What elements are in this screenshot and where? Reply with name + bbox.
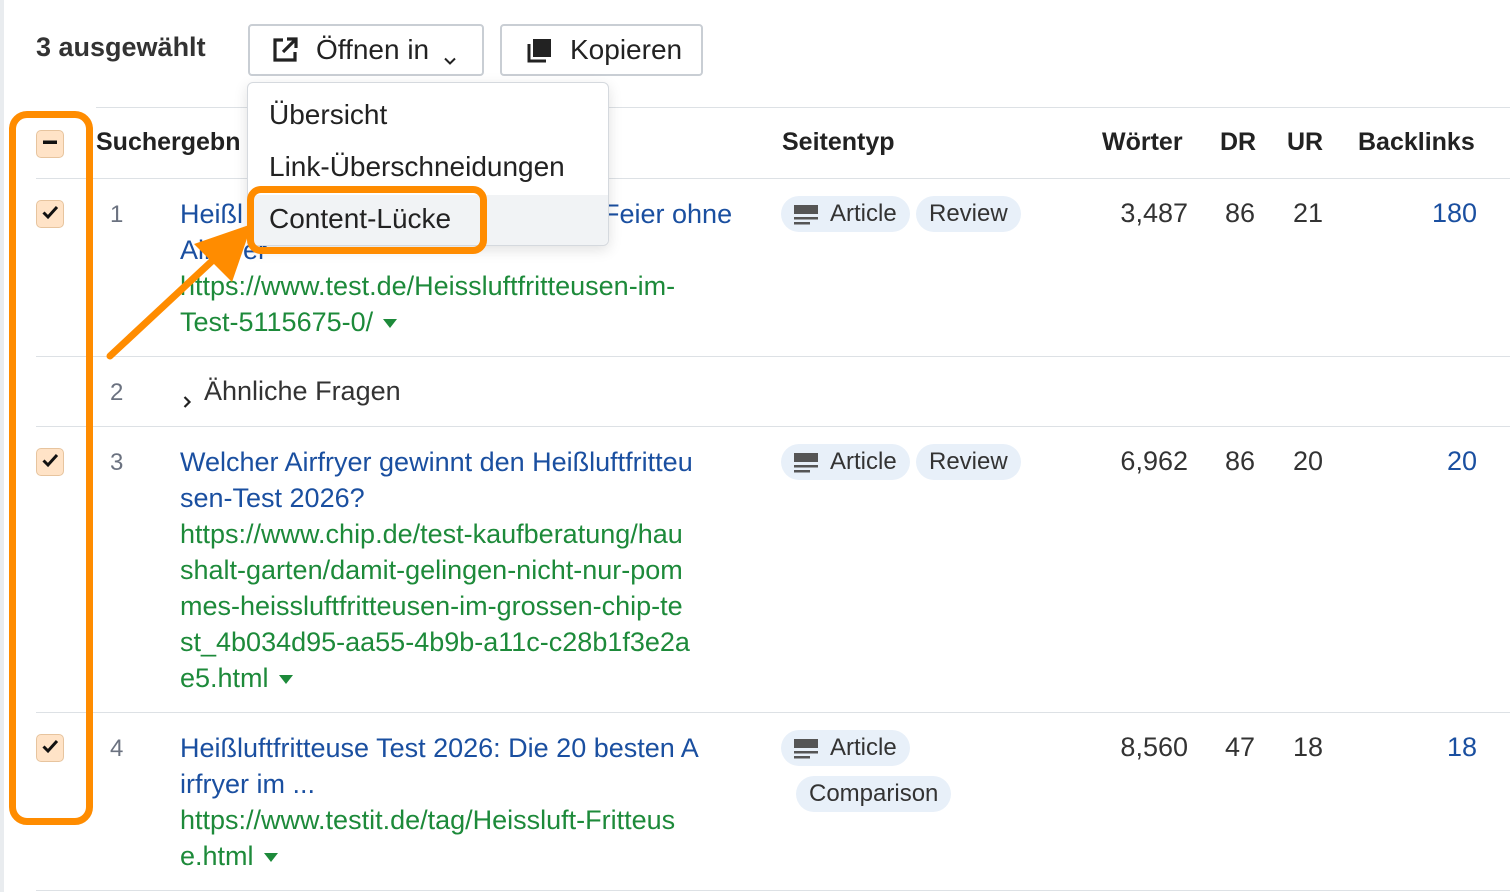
backlinks-link[interactable]: 18 (1447, 732, 1477, 763)
backlinks-link[interactable]: 180 (1432, 198, 1477, 229)
article-icon (794, 738, 818, 759)
row-checkbox[interactable] (36, 734, 64, 762)
badge-label: Review (929, 200, 1008, 227)
badge-article: Article (781, 196, 910, 232)
copy-button[interactable]: Kopieren (500, 24, 703, 76)
badge-review: Review (916, 444, 1021, 480)
words-count: 3,487 (1120, 198, 1188, 228)
checkbox-check-icon (41, 451, 59, 474)
domain-rating: 47 (1224, 732, 1255, 762)
copy-label: Kopieren (570, 34, 683, 65)
row-number: 2 (110, 379, 124, 406)
badge-article: Article (781, 444, 910, 480)
chevron-down-icon (443, 43, 457, 65)
result-url-text[interactable]: https://www.testit.de/tag/Heissluft-Frit… (180, 805, 675, 871)
caret-down-icon[interactable] (383, 319, 398, 329)
url-rating: 20 (1292, 446, 1323, 476)
result-title-link-continued[interactable]: Feier ohne (603, 196, 753, 232)
related-questions-toggle[interactable]: Ähnliche Fragen (180, 376, 401, 408)
row-divider (36, 426, 1510, 427)
row-number: 1 (110, 201, 124, 228)
row-divider (36, 712, 1510, 713)
article-icon (794, 452, 818, 473)
open-in-label: Öffnen in (316, 34, 430, 65)
backlinks-link[interactable]: 20 (1447, 446, 1477, 477)
url-rating: 21 (1292, 198, 1323, 228)
article-icon (794, 204, 818, 225)
badge-label: Review (929, 448, 1008, 475)
badge-review: Review (916, 196, 1021, 232)
checkbox-check-icon (41, 737, 59, 760)
select-all-checkbox[interactable] (36, 130, 64, 158)
badge-comparison: Comparison (796, 776, 952, 812)
menu-item-overview[interactable]: Übersicht (269, 99, 387, 131)
chevron-right-icon (180, 385, 194, 408)
row-number: 3 (110, 449, 124, 476)
checkbox-check-icon (41, 203, 59, 226)
badge-label: Comparison (809, 780, 939, 807)
caret-down-icon[interactable] (263, 853, 278, 863)
column-header-backlinks[interactable]: Backlinks (1358, 128, 1475, 157)
result-url[interactable]: https://www.chip.de/test-kaufberatung/ha… (180, 516, 750, 696)
copy-icon (524, 35, 554, 65)
domain-rating: 86 (1224, 446, 1255, 476)
menu-item-link-intersect[interactable]: Link-Überschneidungen (269, 151, 565, 183)
row-checkbox[interactable] (36, 200, 64, 228)
column-header-words[interactable]: Wörter (1102, 128, 1183, 157)
selected-count: 3 ausgewählt (36, 32, 206, 62)
column-header-ur[interactable]: UR (1287, 128, 1323, 157)
external-link-icon (270, 35, 300, 65)
badge-article: Article (781, 730, 910, 766)
menu-item-content-gap[interactable]: Content-Lücke (269, 203, 451, 235)
open-in-dropdown-menu: Übersicht Link-Überschneidungen Content-… (247, 82, 609, 246)
row-divider (36, 890, 1510, 891)
column-header-dr[interactable]: DR (1220, 128, 1256, 157)
result-url[interactable]: https://www.test.de/Heissluftfritteusen-… (180, 268, 750, 340)
left-panel-border (0, 0, 4, 892)
domain-rating: 86 (1224, 198, 1255, 228)
row-checkbox[interactable] (36, 448, 64, 476)
related-questions-label: Ähnliche Fragen (204, 376, 401, 406)
result-url[interactable]: https://www.testit.de/tag/Heissluft-Frit… (180, 802, 750, 874)
column-header-results[interactable]: Suchergebn (96, 128, 240, 157)
badge-label: Article (830, 734, 897, 761)
result-title-link[interactable]: Heißluftfritteuse Test 2026: Die 20 best… (180, 730, 750, 802)
result-url-text[interactable]: https://www.test.de/Heissluftfritteusen-… (180, 271, 675, 337)
column-header-page-type[interactable]: Seitentyp (782, 128, 895, 157)
open-in-button[interactable]: Öffnen in (248, 24, 484, 76)
checkbox-indeterminate-icon (42, 134, 58, 155)
url-rating: 18 (1292, 732, 1323, 762)
row-number: 4 (110, 735, 124, 762)
result-title-link[interactable]: Welcher Airfryer gewinnt den Heißluftfri… (180, 444, 750, 516)
result-title-link[interactable]: Heißl (180, 196, 250, 232)
row-divider (36, 356, 1510, 357)
words-count: 6,962 (1120, 446, 1188, 476)
result-url-text[interactable]: https://www.chip.de/test-kaufberatung/ha… (180, 519, 690, 693)
badge-label: Article (830, 448, 897, 475)
caret-down-icon[interactable] (278, 675, 293, 685)
words-count: 8,560 (1120, 732, 1188, 762)
badge-label: Article (830, 200, 897, 227)
